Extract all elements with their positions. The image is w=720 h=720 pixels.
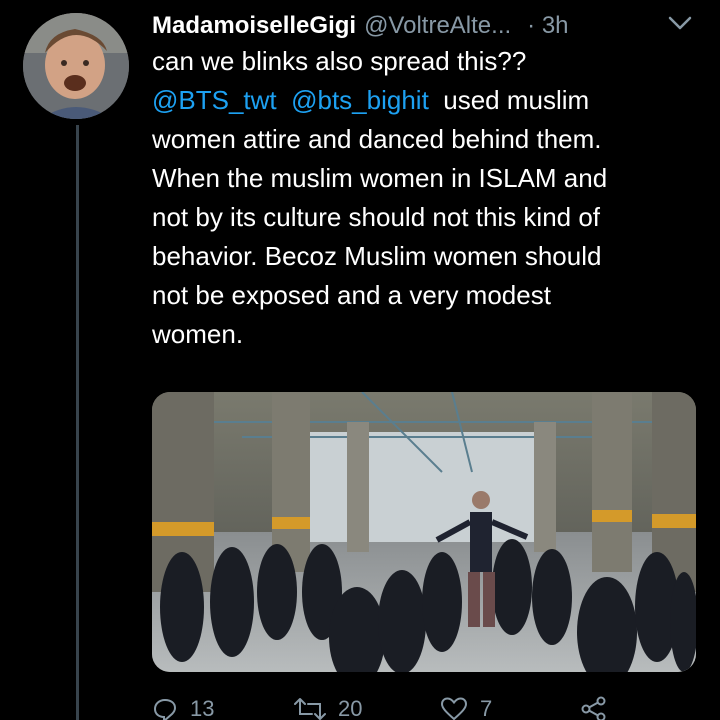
tweet-line: When the muslim women in ISLAM and — [152, 163, 608, 193]
reply-button[interactable]: 13 — [152, 696, 214, 720]
tweet-media-image[interactable] — [152, 392, 696, 672]
chevron-down-icon[interactable] — [666, 12, 694, 34]
tweet-header: MadamoiselleGigi @VoltreAlte... · 3h — [152, 6, 569, 46]
display-name[interactable]: MadamoiselleGigi — [152, 12, 356, 40]
tweet-line: can we blinks also spread this?? — [152, 46, 527, 76]
media-photo — [152, 392, 696, 672]
avatar-image — [23, 13, 129, 119]
avatar[interactable] — [23, 13, 129, 119]
retweet-count: 20 — [338, 696, 363, 720]
retweet-button[interactable]: 20 — [294, 696, 362, 720]
mention-bts-bighit[interactable]: @bts_bighit — [291, 85, 429, 115]
like-button[interactable]: 7 — [440, 696, 492, 720]
user-handle[interactable]: @VoltreAlte... — [364, 12, 511, 40]
mention-bts-twt[interactable]: @BTS_twt — [152, 85, 277, 115]
share-icon — [581, 696, 606, 720]
tweet-line: behavior. Becoz Muslim women should — [152, 241, 602, 271]
tweet-line: used muslim — [443, 85, 590, 115]
tweet-line: women attire and danced behind them. — [152, 124, 602, 154]
retweet-icon — [294, 698, 326, 720]
like-count: 7 — [480, 696, 493, 720]
like-icon — [440, 697, 468, 720]
thread-line — [76, 125, 79, 720]
tweet-line: women. — [152, 319, 244, 349]
tweet-actions: 13 20 7 — [152, 696, 622, 720]
timestamp[interactable]: · 3h — [527, 12, 568, 40]
tweet-text: can we blinks also spread this?? @BTS_tw… — [152, 42, 697, 354]
share-button[interactable] — [580, 696, 620, 720]
reply-count: 13 — [190, 696, 215, 720]
tweet-line-mentions: @BTS_twt @bts_bighit used muslim — [152, 81, 697, 120]
tweet-line: not by its culture should not this kind … — [152, 202, 601, 232]
tweet-line: not be exposed and a very modest — [152, 280, 551, 310]
tweet[interactable]: MadamoiselleGigi @VoltreAlte... · 3h can… — [0, 0, 720, 720]
reply-icon — [153, 698, 177, 720]
